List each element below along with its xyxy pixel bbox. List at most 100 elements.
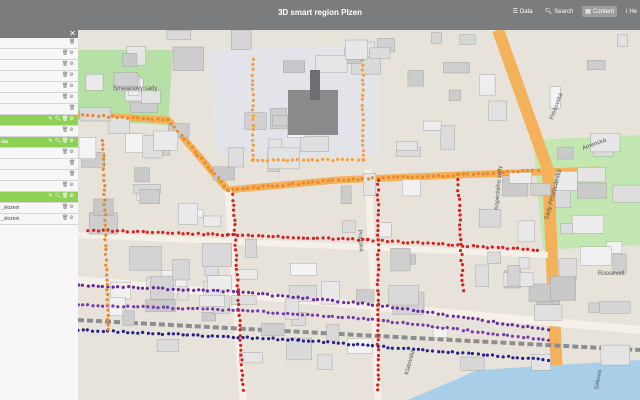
parking-point <box>336 300 340 304</box>
nav-data[interactable]: ☰ Data <box>510 6 536 17</box>
parking-point <box>347 343 351 347</box>
layer-row[interactable]: 🗑 <box>0 170 78 181</box>
parking-point <box>275 311 280 315</box>
layer-row[interactable]: _vlozeni 🗑 ⚙ <box>0 203 78 214</box>
gear-icon[interactable]: ⚙ <box>69 73 74 78</box>
layer-row[interactable]: ata ✎ 🔍︎ 🗑 ⚙ <box>0 137 78 148</box>
gear-icon[interactable]: ⚙ <box>69 205 74 210</box>
nav-help[interactable]: i He <box>623 7 640 17</box>
gear-icon[interactable]: ⚙ <box>69 117 74 122</box>
layer-row[interactable]: 🗑 <box>0 104 78 115</box>
parking-point <box>261 337 265 341</box>
layer-row[interactable]: 🗑 ⚙ <box>0 49 78 60</box>
map-canvas[interactable]: Prešovská Pražská Sady Pětatřicátníků Kl… <box>78 30 640 400</box>
layer-row[interactable]: ✎ 🔍︎ 🗑 ⚙ <box>0 115 78 126</box>
edit-icon[interactable]: ✎ <box>48 117 53 122</box>
parking-point <box>291 236 295 240</box>
gear-icon[interactable]: ⚙ <box>69 95 74 100</box>
trash-icon[interactable]: 🗑 <box>62 95 68 100</box>
parking-point <box>104 213 108 217</box>
gear-icon[interactable]: ⚙ <box>69 216 74 221</box>
trash-icon[interactable]: 🗑 <box>62 183 68 188</box>
zoom-icon[interactable]: 🔍︎ <box>55 139 61 144</box>
layer-row[interactable]: 🗑 <box>0 38 78 49</box>
parking-point <box>380 304 385 308</box>
gear-icon[interactable]: ⚙ <box>69 84 74 89</box>
layer-row[interactable]: 🗑 ⚙ <box>0 181 78 192</box>
parking-point <box>251 117 255 121</box>
gear-icon[interactable]: ⚙ <box>69 139 74 144</box>
map-view[interactable]: Prešovská Pražská Sady Pětatřicátníků Kl… <box>78 30 640 400</box>
parking-point <box>111 329 115 333</box>
gear-icon[interactable]: ⚙ <box>69 183 74 188</box>
building <box>231 295 257 306</box>
trash-icon[interactable]: 🗑 <box>62 139 68 144</box>
parking-point <box>180 133 184 138</box>
edit-icon[interactable]: ✎ <box>48 194 53 199</box>
parking-point <box>216 288 220 293</box>
trash-icon[interactable]: 🗑 <box>62 194 68 199</box>
gear-icon[interactable]: ⚙ <box>69 128 74 133</box>
parking-point <box>92 228 96 232</box>
gear-icon[interactable]: ⚙ <box>69 150 74 155</box>
parking-point <box>401 320 405 324</box>
parking-point <box>330 178 334 182</box>
parking-point <box>456 315 460 319</box>
trash-icon[interactable]: 🗑 <box>62 84 68 89</box>
trash-icon[interactable]: 🗑 <box>62 216 68 221</box>
parking-point <box>193 150 197 154</box>
nav-content[interactable]: ▦ Content <box>582 6 617 17</box>
close-icon[interactable]: ✕ <box>69 30 76 38</box>
parking-point <box>301 181 306 185</box>
parking-point <box>266 311 270 315</box>
parking-point <box>350 157 354 162</box>
layer-row[interactable]: 🗑 ⚙ <box>0 60 78 71</box>
building <box>460 356 485 371</box>
parking-point <box>376 338 380 342</box>
trash-icon[interactable]: 🗑 <box>69 161 75 166</box>
parking-point <box>395 306 399 310</box>
parking-point <box>191 333 195 337</box>
layer-row[interactable]: 🗑 ⚙ <box>0 82 78 93</box>
trash-icon[interactable]: 🗑 <box>62 150 68 155</box>
parking-point <box>377 178 381 182</box>
trash-icon[interactable]: 🗑 <box>69 40 75 45</box>
building <box>550 276 576 301</box>
gear-icon[interactable]: ⚙ <box>69 194 74 199</box>
layer-row[interactable]: 🗑 ⚙ <box>0 93 78 104</box>
trash-icon[interactable]: 🗑 <box>62 51 68 56</box>
parking-point <box>215 233 219 237</box>
layer-row[interactable]: 🗑 ⚙ <box>0 126 78 137</box>
building <box>509 172 532 184</box>
building <box>479 74 496 96</box>
trash-icon[interactable]: 🗑 <box>62 62 68 67</box>
trash-icon[interactable]: 🗑 <box>62 73 68 78</box>
layer-actions: 🗑 ⚙ <box>62 150 74 155</box>
zoom-icon[interactable]: 🔍︎ <box>55 194 61 199</box>
zoom-icon[interactable]: 🔍︎ <box>55 117 61 122</box>
layer-row[interactable]: 🗑 <box>0 159 78 170</box>
trash-icon[interactable]: 🗑 <box>62 205 68 210</box>
parking-point <box>115 115 119 120</box>
parking-point <box>321 179 325 183</box>
parking-point <box>458 213 462 217</box>
parking-point <box>211 288 216 292</box>
trash-icon[interactable]: 🗑 <box>62 117 68 122</box>
building <box>431 32 442 44</box>
gear-icon[interactable]: ⚙ <box>69 51 74 56</box>
trash-icon[interactable]: 🗑 <box>62 128 68 133</box>
trash-icon[interactable]: 🗑 <box>69 172 75 177</box>
layer-row[interactable]: ✎ 🔍︎ 🗑 ⚙ <box>0 192 78 203</box>
nav-search[interactable]: 🔍︎ Search <box>542 6 577 17</box>
parking-point <box>360 104 364 108</box>
trash-icon[interactable]: 🗑 <box>69 106 75 111</box>
gear-icon[interactable]: ⚙ <box>69 62 74 67</box>
layer-row[interactable]: 🗑 ⚙ <box>0 71 78 82</box>
parking-point <box>511 356 515 360</box>
layer-row[interactable]: _vlozeni 🗑 ⚙ <box>0 214 78 225</box>
layer-row[interactable]: 🗑 ⚙ <box>0 148 78 159</box>
parking-point <box>437 242 441 246</box>
edit-icon[interactable]: ✎ <box>48 139 53 144</box>
parking-point <box>171 287 175 291</box>
parking-point <box>416 309 420 313</box>
